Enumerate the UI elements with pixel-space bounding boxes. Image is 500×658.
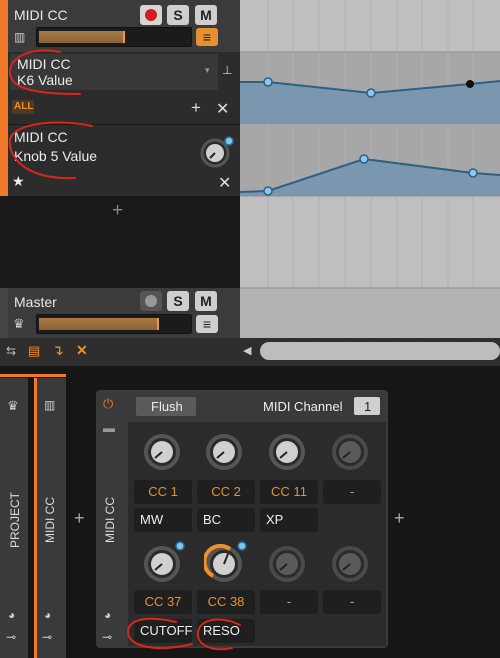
clock-icon: ◕ — [44, 608, 52, 622]
filter-all-label: ALL — [14, 101, 34, 112]
menu-button[interactable]: ≡ — [196, 28, 218, 46]
add-device-icon[interactable]: + — [74, 508, 85, 529]
knob-6[interactable] — [204, 540, 250, 582]
parameter-knob[interactable] — [200, 136, 234, 168]
clock-icon: ◕ — [104, 608, 112, 622]
lane2-device-name: MIDI CC — [14, 129, 68, 145]
routing-icon[interactable]: ⊸ — [6, 630, 16, 644]
piano-icon: ▥ — [44, 398, 56, 412]
crown-icon: ♛ — [7, 398, 19, 413]
chevron-down-icon[interactable]: ▾ — [205, 65, 210, 76]
knob-name-1[interactable]: MW — [134, 508, 192, 532]
star-icon[interactable]: ★ — [12, 173, 25, 190]
cc-assignment-2[interactable]: CC 2 — [197, 480, 255, 504]
master-track-name: Master — [14, 294, 57, 310]
master-color-stripe — [0, 288, 8, 338]
knob-name-6[interactable]: RESO — [197, 619, 255, 643]
menu-button[interactable]: ≡ — [196, 315, 218, 333]
device-name: MIDI CC — [103, 497, 117, 543]
record-arm-button-disabled[interactable] — [140, 291, 162, 311]
knob-name-3[interactable]: XP — [260, 508, 318, 532]
cc-assignment-8[interactable]: - — [323, 590, 381, 614]
project-label: PROJECT — [8, 491, 22, 548]
add-icon[interactable]: + — [191, 98, 201, 118]
piano-icon: ▥ — [14, 30, 26, 44]
knob-8[interactable] — [330, 540, 370, 582]
power-icon[interactable]: ⏻ — [103, 396, 113, 412]
track-name: MIDI CC — [14, 7, 68, 23]
midi-channel-label: MIDI Channel — [263, 399, 343, 414]
knob-7[interactable] — [267, 540, 307, 582]
knob-4[interactable] — [330, 430, 370, 470]
close-icon[interactable]: ✕ — [218, 173, 231, 193]
clock-icon: ◕ — [8, 608, 16, 622]
cc-assignment-6[interactable]: CC 38 — [197, 590, 255, 614]
routing-icon[interactable]: ⊸ — [42, 630, 52, 644]
knob-name-5[interactable]: CUTOFF — [134, 619, 192, 643]
track-strip-accent — [34, 378, 37, 658]
cc-assignment-5[interactable]: CC 37 — [134, 590, 192, 614]
solo-button[interactable]: S — [167, 291, 189, 311]
cc-assignment-3[interactable]: CC 11 — [260, 480, 318, 504]
folder-icon[interactable]: ▬ — [103, 421, 115, 435]
mute-button[interactable]: M — [195, 291, 217, 311]
panel-top-accent — [0, 374, 66, 377]
flush-label: Flush — [151, 399, 183, 414]
knob-3[interactable] — [267, 430, 307, 470]
cc-assignment-7[interactable]: - — [260, 590, 318, 614]
midi-cc-strip-label: MIDI CC — [43, 497, 57, 543]
volume-meter[interactable] — [36, 27, 192, 47]
lane-parameter-name: K6 Value — [17, 72, 73, 88]
track-color-stripe — [0, 0, 8, 196]
routing-icon[interactable]: ⊸ — [102, 630, 112, 644]
layout-icon[interactable]: ▤ — [28, 343, 40, 359]
add-device-icon[interactable]: + — [394, 508, 405, 529]
solo-button[interactable]: S — [167, 5, 189, 25]
lane2-parameter-name: Knob 5 Value — [14, 148, 98, 164]
pin-icon[interactable]: ⊥ — [222, 63, 232, 77]
knob-name-2[interactable]: BC — [197, 508, 255, 532]
cancel-icon[interactable]: ✕ — [76, 342, 88, 359]
master-volume-meter[interactable] — [36, 314, 192, 334]
midi-channel-value: 1 — [364, 399, 372, 414]
close-icon[interactable]: ✕ — [216, 99, 229, 119]
knob-1[interactable] — [142, 430, 182, 470]
knob-5[interactable] — [142, 540, 188, 582]
knob-2[interactable] — [204, 430, 244, 470]
arrow-down-icon[interactable]: ↴ — [52, 342, 64, 359]
cc-assignment-4[interactable]: - — [323, 480, 381, 504]
scroll-left-icon[interactable]: ◀ — [243, 344, 251, 357]
cc-assignment-1[interactable]: CC 1 — [134, 480, 192, 504]
add-track-icon[interactable]: + — [112, 200, 123, 222]
mute-button[interactable]: M — [195, 5, 217, 25]
horizontal-scrollbar[interactable] — [260, 342, 500, 360]
swap-icon[interactable]: ⇆ — [6, 344, 16, 358]
lane-device-name: MIDI CC — [17, 56, 71, 72]
timeline-area[interactable] — [240, 0, 500, 338]
record-arm-button[interactable] — [140, 5, 162, 25]
crown-icon: ♛ — [13, 316, 25, 331]
